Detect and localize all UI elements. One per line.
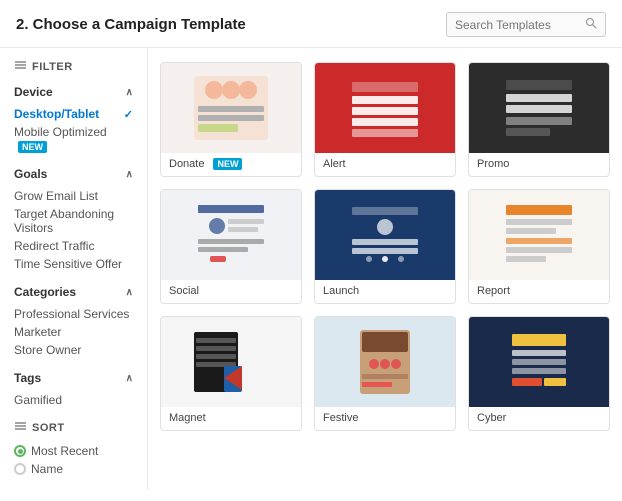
template-content: Donate NEW Alert [148, 48, 622, 490]
categories-chevron: ∧ [126, 287, 133, 298]
donate-preview [161, 63, 301, 153]
launch-label: Launch [315, 280, 455, 303]
sort-label: SORT [32, 422, 65, 434]
categories-section-title: Categories ∧ [14, 285, 133, 299]
main-layout: FILTER Device ∧ Desktop/Tablet ✓ Mobile … [0, 48, 622, 490]
template-grid: Donate NEW Alert [160, 62, 610, 431]
report-preview [469, 190, 609, 280]
promo-preview [469, 63, 609, 153]
sidebar-item-mobile[interactable]: Mobile Optimized NEW [14, 123, 133, 155]
sidebar-item-time[interactable]: Time Sensitive Offer [14, 255, 133, 273]
filter-header: FILTER [14, 60, 133, 73]
sidebar-item-grow[interactable]: Grow Email List [14, 187, 133, 205]
social-label: Social [161, 280, 301, 303]
device-section: Device ∧ Desktop/Tablet ✓ Mobile Optimiz… [14, 85, 133, 155]
sidebar-item-marketer[interactable]: Marketer [14, 323, 133, 341]
sort-recent[interactable]: Most Recent [14, 442, 133, 460]
sidebar-item-target[interactable]: Target Abandoning Visitors [14, 205, 133, 237]
festive-preview [315, 317, 455, 407]
sidebar-item-desktop[interactable]: Desktop/Tablet ✓ [14, 105, 133, 123]
check-icon: ✓ [124, 108, 133, 121]
template-card-festive[interactable]: Festive [314, 316, 456, 431]
sidebar-item-store[interactable]: Store Owner [14, 341, 133, 359]
search-input[interactable] [455, 18, 585, 32]
page-header: 2. Choose a Campaign Template [0, 0, 622, 48]
goals-section-title: Goals ∧ [14, 167, 133, 181]
alert-label: Alert [315, 153, 455, 176]
donate-label: Donate NEW [161, 153, 301, 176]
report-label: Report [469, 280, 609, 303]
sort-name[interactable]: Name [14, 460, 133, 478]
alert-preview [315, 63, 455, 153]
mobile-new-badge: NEW [18, 141, 47, 153]
filter-label: FILTER [32, 61, 73, 73]
donate-badge: NEW [213, 158, 242, 170]
goals-section: Goals ∧ Grow Email List Target Abandonin… [14, 167, 133, 273]
sidebar-item-redirect[interactable]: Redirect Traffic [14, 237, 133, 255]
radio-name [14, 463, 26, 475]
sort-icon [14, 421, 27, 434]
radio-recent [14, 445, 26, 457]
cyber-preview [469, 317, 609, 407]
social-preview [161, 190, 301, 280]
device-chevron: ∧ [126, 87, 133, 98]
sidebar: FILTER Device ∧ Desktop/Tablet ✓ Mobile … [0, 48, 148, 490]
page-title: 2. Choose a Campaign Template [16, 16, 246, 33]
sidebar-item-gamified[interactable]: Gamified [14, 391, 133, 409]
sort-header: SORT [14, 421, 133, 434]
template-card-cyber[interactable]: Cyber [468, 316, 610, 431]
categories-section: Categories ∧ Professional Services Marke… [14, 285, 133, 359]
festive-label: Festive [315, 407, 455, 430]
filter-icon [14, 60, 27, 73]
tags-chevron: ∧ [126, 373, 133, 384]
tags-section-title: Tags ∧ [14, 371, 133, 385]
template-card-social[interactable]: Social [160, 189, 302, 304]
magnet-preview [161, 317, 301, 407]
search-box[interactable] [446, 12, 606, 37]
magnet-label: Magnet [161, 407, 301, 430]
search-icon [585, 17, 597, 32]
device-section-title: Device ∧ [14, 85, 133, 99]
sidebar-item-professional[interactable]: Professional Services [14, 305, 133, 323]
goals-chevron: ∧ [126, 169, 133, 180]
template-card-launch[interactable]: Launch [314, 189, 456, 304]
template-card-report[interactable]: Report [468, 189, 610, 304]
tags-section: Tags ∧ Gamified [14, 371, 133, 409]
template-card-promo[interactable]: Promo [468, 62, 610, 177]
template-card-donate[interactable]: Donate NEW [160, 62, 302, 177]
template-card-alert[interactable]: Alert [314, 62, 456, 177]
promo-label: Promo [469, 153, 609, 176]
cyber-label: Cyber [469, 407, 609, 430]
launch-preview [315, 190, 455, 280]
radio-dot-recent [18, 449, 23, 454]
template-card-magnet[interactable]: Magnet [160, 316, 302, 431]
